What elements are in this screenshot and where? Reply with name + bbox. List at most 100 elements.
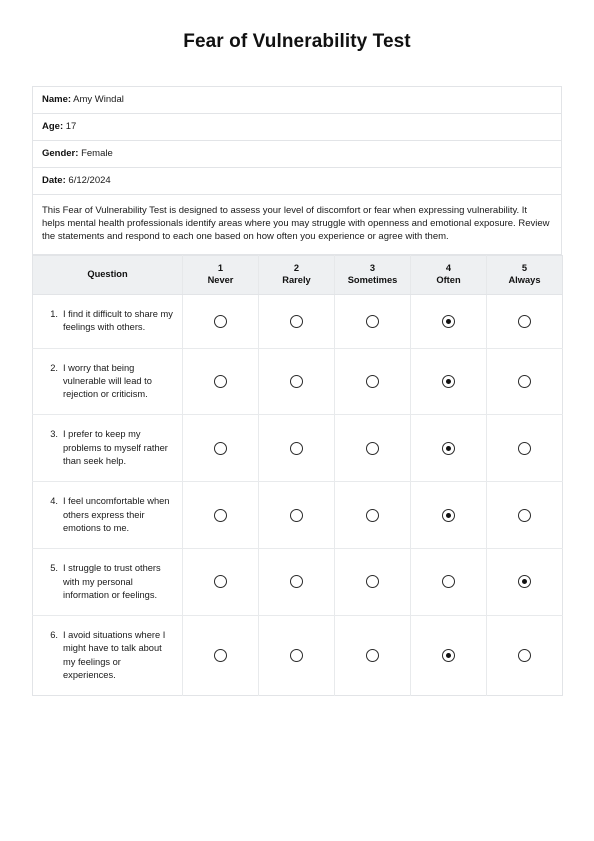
radio-cell-often[interactable] <box>410 548 487 617</box>
radio-button-always[interactable] <box>518 508 531 522</box>
radio-cell-rarely[interactable] <box>258 615 335 696</box>
questionnaire-body: 1. I find it difficult to share my feelin… <box>32 294 563 696</box>
question-text-wrapper: 1. I find it difficult to share my feelin… <box>33 295 182 348</box>
question-label: I avoid situations where I might have to… <box>63 630 166 681</box>
patient-info-body: Name: Amy Windal Age: 17 Gender: Female … <box>32 86 562 255</box>
radio-cell-rarely[interactable] <box>258 548 335 617</box>
column-header-sometimes: 3 Sometimes <box>334 255 411 295</box>
question-cell: 1. I find it difficult to share my feelin… <box>32 294 183 349</box>
radio-button-rarely[interactable] <box>290 374 303 388</box>
question-cell: 4. I feel uncomfortable when others expre… <box>32 481 183 550</box>
radio-button-sometimes[interactable] <box>366 649 379 663</box>
radio-cell-always[interactable] <box>486 548 563 617</box>
table-row: 5. I struggle to trust others with my per… <box>32 548 563 617</box>
question-text-wrapper: 5. I struggle to trust others with my per… <box>33 549 182 615</box>
test-description: This Fear of Vulnerability Test is desig… <box>42 205 550 242</box>
radio-button-often[interactable] <box>442 314 455 328</box>
radio-cell-sometimes[interactable] <box>334 348 411 416</box>
radio-cell-often[interactable] <box>410 615 487 696</box>
radio-cell-never[interactable] <box>182 294 259 349</box>
radio-cell-sometimes[interactable] <box>334 294 411 349</box>
radio-button-often[interactable] <box>442 575 455 589</box>
question-label: I worry that being vulnerable will lead … <box>63 362 152 400</box>
info-row-date: Date: 6/12/2024 <box>32 167 562 195</box>
radio-cell-rarely[interactable] <box>258 414 335 483</box>
radio-button-always[interactable] <box>518 441 531 455</box>
radio-button-sometimes[interactable] <box>366 314 379 328</box>
radio-button-sometimes[interactable] <box>366 508 379 522</box>
radio-cell-sometimes[interactable] <box>334 414 411 483</box>
scale-word-2: Rarely <box>282 274 311 285</box>
radio-button-rarely[interactable] <box>290 314 303 328</box>
info-cell-date: Date: 6/12/2024 <box>32 167 562 195</box>
radio-button-rarely[interactable] <box>290 649 303 663</box>
radio-cell-always[interactable] <box>486 414 563 483</box>
radio-cell-never[interactable] <box>182 481 259 550</box>
radio-cell-always[interactable] <box>487 616 563 696</box>
radio-cell-often[interactable] <box>410 294 487 349</box>
question-text-wrapper: 3. I prefer to keep my problems to myself… <box>33 415 182 481</box>
radio-button-always[interactable] <box>518 649 531 663</box>
info-value-date: 6/12/2024 <box>68 175 111 186</box>
radio-cell-sometimes[interactable] <box>334 615 411 696</box>
radio-button-never[interactable] <box>214 508 227 522</box>
question-cell: 5. I struggle to trust others with my per… <box>32 548 183 617</box>
radio-cell-sometimes[interactable] <box>334 548 411 617</box>
radio-button-always[interactable] <box>518 374 531 388</box>
radio-button-often[interactable] <box>442 374 455 388</box>
radio-cell-rarely[interactable] <box>258 294 335 349</box>
radio-button-never[interactable] <box>214 575 227 589</box>
scale-number-4: 4 <box>445 263 452 273</box>
radio-cell-never[interactable] <box>182 348 259 416</box>
info-value-age: 17 <box>65 121 77 132</box>
scale-word-5: Always <box>508 274 541 285</box>
radio-button-sometimes[interactable] <box>366 441 379 455</box>
info-value-name: Amy Windal <box>73 94 124 105</box>
radio-cell-always[interactable] <box>486 348 563 416</box>
radio-button-rarely[interactable] <box>290 575 303 589</box>
info-row-name: Name: Amy Windal <box>32 86 562 114</box>
question-number: 5. <box>50 563 58 574</box>
info-cell-name: Name: Amy Windal <box>32 86 562 114</box>
radio-cell-always[interactable] <box>486 481 563 550</box>
scale-number-5: 5 <box>521 263 528 273</box>
document-page: Fear of Vulnerability Test Name: Amy Win… <box>0 0 594 841</box>
question-cell: 2. I worry that being vulnerable will lea… <box>32 348 183 416</box>
question-text-wrapper: 2. I worry that being vulnerable will lea… <box>33 349 182 415</box>
radio-cell-often[interactable] <box>410 348 487 416</box>
radio-button-sometimes[interactable] <box>366 575 379 589</box>
radio-button-often[interactable] <box>442 441 455 455</box>
radio-cell-often[interactable] <box>410 414 487 483</box>
radio-cell-rarely[interactable] <box>258 481 335 550</box>
question-label: I prefer to keep my problems to myself r… <box>63 429 168 467</box>
radio-cell-never[interactable] <box>182 615 259 696</box>
question-cell: 6. I avoid situations where I might have … <box>32 615 183 696</box>
radio-button-sometimes[interactable] <box>366 374 379 388</box>
radio-button-never[interactable] <box>214 314 227 328</box>
radio-cell-never[interactable] <box>182 548 259 617</box>
table-row: 4. I feel uncomfortable when others expre… <box>32 481 563 550</box>
patient-info-table: Name: Amy Windal Age: 17 Gender: Female … <box>32 86 562 255</box>
radio-button-often[interactable] <box>442 508 455 522</box>
question-number: 1. <box>50 309 58 319</box>
radio-button-always[interactable] <box>518 314 531 328</box>
radio-cell-rarely[interactable] <box>258 348 335 416</box>
radio-button-rarely[interactable] <box>290 508 303 522</box>
radio-button-often[interactable] <box>442 649 455 663</box>
radio-cell-sometimes[interactable] <box>334 481 411 550</box>
radio-button-never[interactable] <box>214 441 227 455</box>
scale-word-1: Never <box>207 274 234 285</box>
questionnaire-header: Question 1 Never 2 Rarely 3 Sometimes 4 <box>32 255 563 295</box>
question-text-wrapper: 4. I feel uncomfortable when others expre… <box>33 482 182 548</box>
radio-button-rarely[interactable] <box>290 441 303 455</box>
radio-cell-never[interactable] <box>182 414 259 483</box>
info-label-name: Name: <box>42 94 72 105</box>
radio-button-never[interactable] <box>214 374 227 388</box>
radio-cell-often[interactable] <box>410 481 487 550</box>
radio-cell-always[interactable] <box>486 294 563 349</box>
radio-button-always[interactable] <box>518 575 531 589</box>
column-header-rarely: 2 Rarely <box>258 255 335 295</box>
info-value-gender: Female <box>81 148 113 159</box>
radio-button-never[interactable] <box>214 649 227 663</box>
scale-number-2: 2 <box>293 263 300 273</box>
